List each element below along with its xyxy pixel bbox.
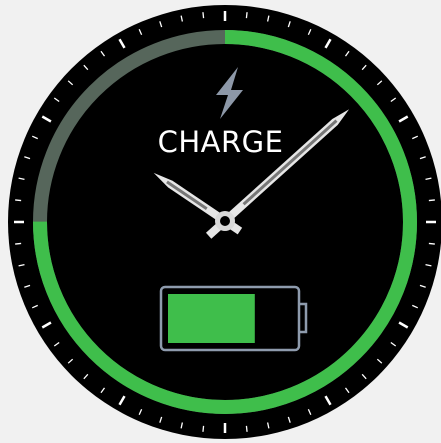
bezel-tick [15, 199, 22, 202]
charge-label: CHARGE [157, 125, 284, 159]
bezel-tick [245, 425, 248, 432]
bezel-tick [202, 425, 205, 432]
bezel-tick [428, 242, 435, 245]
watch-face [8, 5, 441, 439]
battery-fill [168, 294, 255, 343]
bezel-tick [202, 12, 205, 19]
center-pin [220, 216, 230, 226]
bezel-tick [428, 199, 435, 202]
bezel-tick [15, 242, 22, 245]
bezel-tick [245, 12, 248, 19]
